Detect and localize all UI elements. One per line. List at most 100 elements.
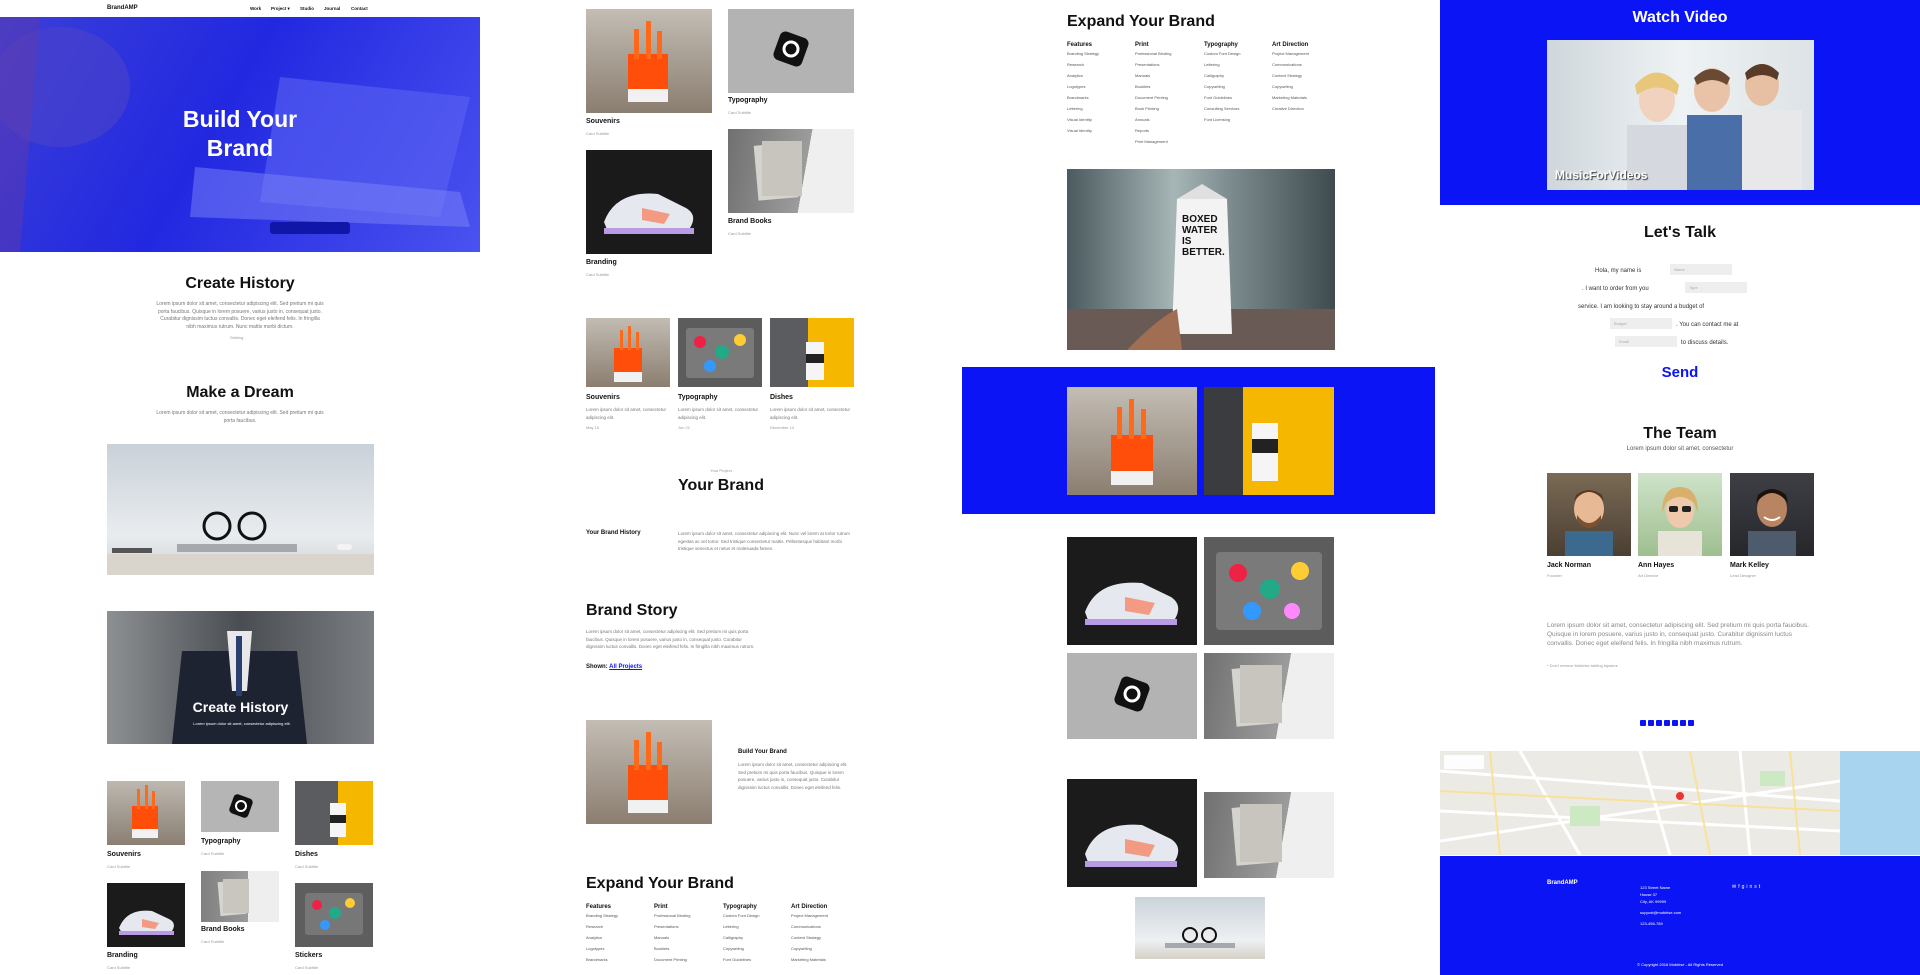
expand2-item[interactable]: Analytics: [586, 932, 618, 943]
expand-item[interactable]: Calligraphy: [1204, 70, 1240, 81]
expand2-item[interactable]: Lettering: [723, 921, 759, 932]
team-name-jack: Jack Norman: [1547, 562, 1591, 569]
map[interactable]: [1440, 751, 1920, 855]
type-input[interactable]: Type: [1685, 282, 1747, 293]
footer-email[interactable]: support@mobirise.com: [1640, 909, 1681, 916]
video-thumbnail[interactable]: MusicForVideos: [1547, 40, 1814, 190]
expand-item[interactable]: Logotypes: [1067, 81, 1099, 92]
expand2-item[interactable]: Research: [586, 921, 618, 932]
vimeo-icon[interactable]: [1672, 720, 1678, 726]
expand-item[interactable]: Content Strategy: [1272, 70, 1309, 81]
card-image-dishes[interactable]: [295, 781, 373, 845]
youtube-icon[interactable]: [1664, 720, 1670, 726]
grid-branding-2[interactable]: [1067, 779, 1197, 887]
grid-typography[interactable]: [1067, 653, 1197, 739]
expand-item[interactable]: Presentations: [1135, 59, 1171, 70]
expand2-item[interactable]: Calligraphy: [723, 932, 759, 943]
budget-input[interactable]: Budget: [1610, 318, 1672, 329]
card-image-souvenirs[interactable]: [107, 781, 185, 845]
expand2-item[interactable]: Brandmarks: [586, 954, 618, 965]
expand-item[interactable]: Lettering: [1067, 103, 1099, 114]
gallery-souvenirs[interactable]: [586, 9, 712, 113]
expand-item[interactable]: Print Management: [1135, 136, 1171, 147]
expand-item[interactable]: Communications: [1272, 59, 1309, 70]
expand2-item[interactable]: Branding Strategy: [586, 910, 618, 921]
expand-item[interactable]: Copywriting: [1272, 81, 1309, 92]
expand2-item[interactable]: Presentations: [654, 921, 690, 932]
expand-item[interactable]: Lettering: [1204, 59, 1240, 70]
strip-souvenirs[interactable]: [1067, 387, 1197, 495]
card-image-stickers[interactable]: [295, 883, 373, 947]
facebook-icon[interactable]: [1656, 720, 1662, 726]
blog-image-souvenirs[interactable]: [586, 318, 670, 387]
expand-item[interactable]: Reports: [1135, 125, 1171, 136]
gallery-brand-books[interactable]: [728, 129, 854, 213]
linkedin-icon[interactable]: [1640, 720, 1646, 726]
gallery-branding[interactable]: [586, 150, 712, 254]
expand2-item[interactable]: Copywriting: [723, 943, 759, 954]
expand2-item[interactable]: Professional Binding: [654, 910, 690, 921]
expand2-item[interactable]: Manuals: [654, 932, 690, 943]
history-text: Lorem ipsum dolor sit amet, consectetur …: [156, 301, 324, 330]
team-title: The Team: [1643, 425, 1717, 442]
card-image-typography[interactable]: [201, 781, 279, 832]
expand2-item[interactable]: Logotypes: [586, 943, 618, 954]
expand-item[interactable]: Consulting Services: [1204, 103, 1240, 114]
expand-item[interactable]: Project Management: [1272, 48, 1309, 59]
blog-title-dishes: Dishes: [770, 394, 793, 401]
expand-item[interactable]: Font Licensing: [1204, 114, 1240, 125]
expand2-item[interactable]: Marketing Materials: [791, 954, 828, 965]
footer-twitter-icon[interactable]: t: [1759, 884, 1762, 890]
behance-icon[interactable]: [1688, 720, 1694, 726]
expand-item[interactable]: Copywriting: [1204, 81, 1240, 92]
expand-item[interactable]: Custom Font Design: [1204, 48, 1240, 59]
gallery-typography[interactable]: [728, 9, 854, 93]
expand-item[interactable]: Book Printing: [1135, 103, 1171, 114]
expand2-item[interactable]: Content Strategy: [791, 932, 828, 943]
email-input[interactable]: Email: [1615, 336, 1677, 347]
grid-glasses[interactable]: [1135, 897, 1265, 959]
blog-image-typography[interactable]: [678, 318, 762, 387]
nav-item-project[interactable]: Project ▾: [271, 6, 290, 12]
instagram-icon[interactable]: [1680, 720, 1686, 726]
grid-branding[interactable]: [1067, 537, 1197, 645]
expand2-item[interactable]: Booklets: [654, 943, 690, 954]
all-projects-link[interactable]: All Projects: [609, 664, 642, 670]
expand-item[interactable]: Analytics: [1067, 70, 1099, 81]
expand-item[interactable]: Professional Binding: [1135, 48, 1171, 59]
expand2-item[interactable]: Custom Font Design: [723, 910, 759, 921]
expand-item[interactable]: Font Guidelines: [1204, 92, 1240, 103]
team-text: Lorem ipsum dolor sit amet, consectetur …: [1547, 622, 1809, 647]
expand-item[interactable]: Annuals: [1135, 114, 1171, 125]
expand-item[interactable]: Creative Direction: [1272, 103, 1309, 114]
expand-item[interactable]: Visual Identity: [1067, 114, 1099, 125]
nav-item-work[interactable]: Work: [250, 6, 261, 11]
strip-dishes[interactable]: [1204, 387, 1334, 495]
card-image-brand-books[interactable]: [201, 871, 279, 922]
expand2-item[interactable]: Document Printing: [654, 954, 690, 965]
expand-item[interactable]: Marketing Materials: [1272, 92, 1309, 103]
grid-brand-books-2[interactable]: [1204, 792, 1334, 878]
expand2-item[interactable]: Communications: [791, 921, 828, 932]
card-image-branding[interactable]: [107, 883, 185, 947]
expand-item[interactable]: Branding Strategy: [1067, 48, 1099, 59]
expand-item[interactable]: Brandmarks: [1067, 92, 1099, 103]
expand-item[interactable]: Research: [1067, 59, 1099, 70]
expand-item[interactable]: Manuals: [1135, 70, 1171, 81]
send-button[interactable]: Send: [1440, 364, 1920, 381]
expand-item[interactable]: Visual Identity: [1067, 125, 1099, 136]
name-input[interactable]: Name: [1670, 264, 1732, 275]
expand-item[interactable]: Document Printing: [1135, 92, 1171, 103]
expand2-item[interactable]: Font Guidelines: [723, 954, 759, 965]
expand2-item[interactable]: Copywriting: [791, 943, 828, 954]
expand2-item[interactable]: Project Management: [791, 910, 828, 921]
nav-item-journal[interactable]: Journal: [324, 6, 340, 11]
blog-image-dishes[interactable]: [770, 318, 854, 387]
nav-brand[interactable]: BrandAMP: [107, 5, 138, 11]
grid-stickers[interactable]: [1204, 537, 1334, 645]
grid-brand-books[interactable]: [1204, 653, 1334, 739]
expand-item[interactable]: Booklets: [1135, 81, 1171, 92]
nav-item-contact[interactable]: Contact: [351, 6, 368, 11]
nav-item-studio[interactable]: Studio: [300, 6, 314, 11]
twitter-icon[interactable]: [1648, 720, 1654, 726]
